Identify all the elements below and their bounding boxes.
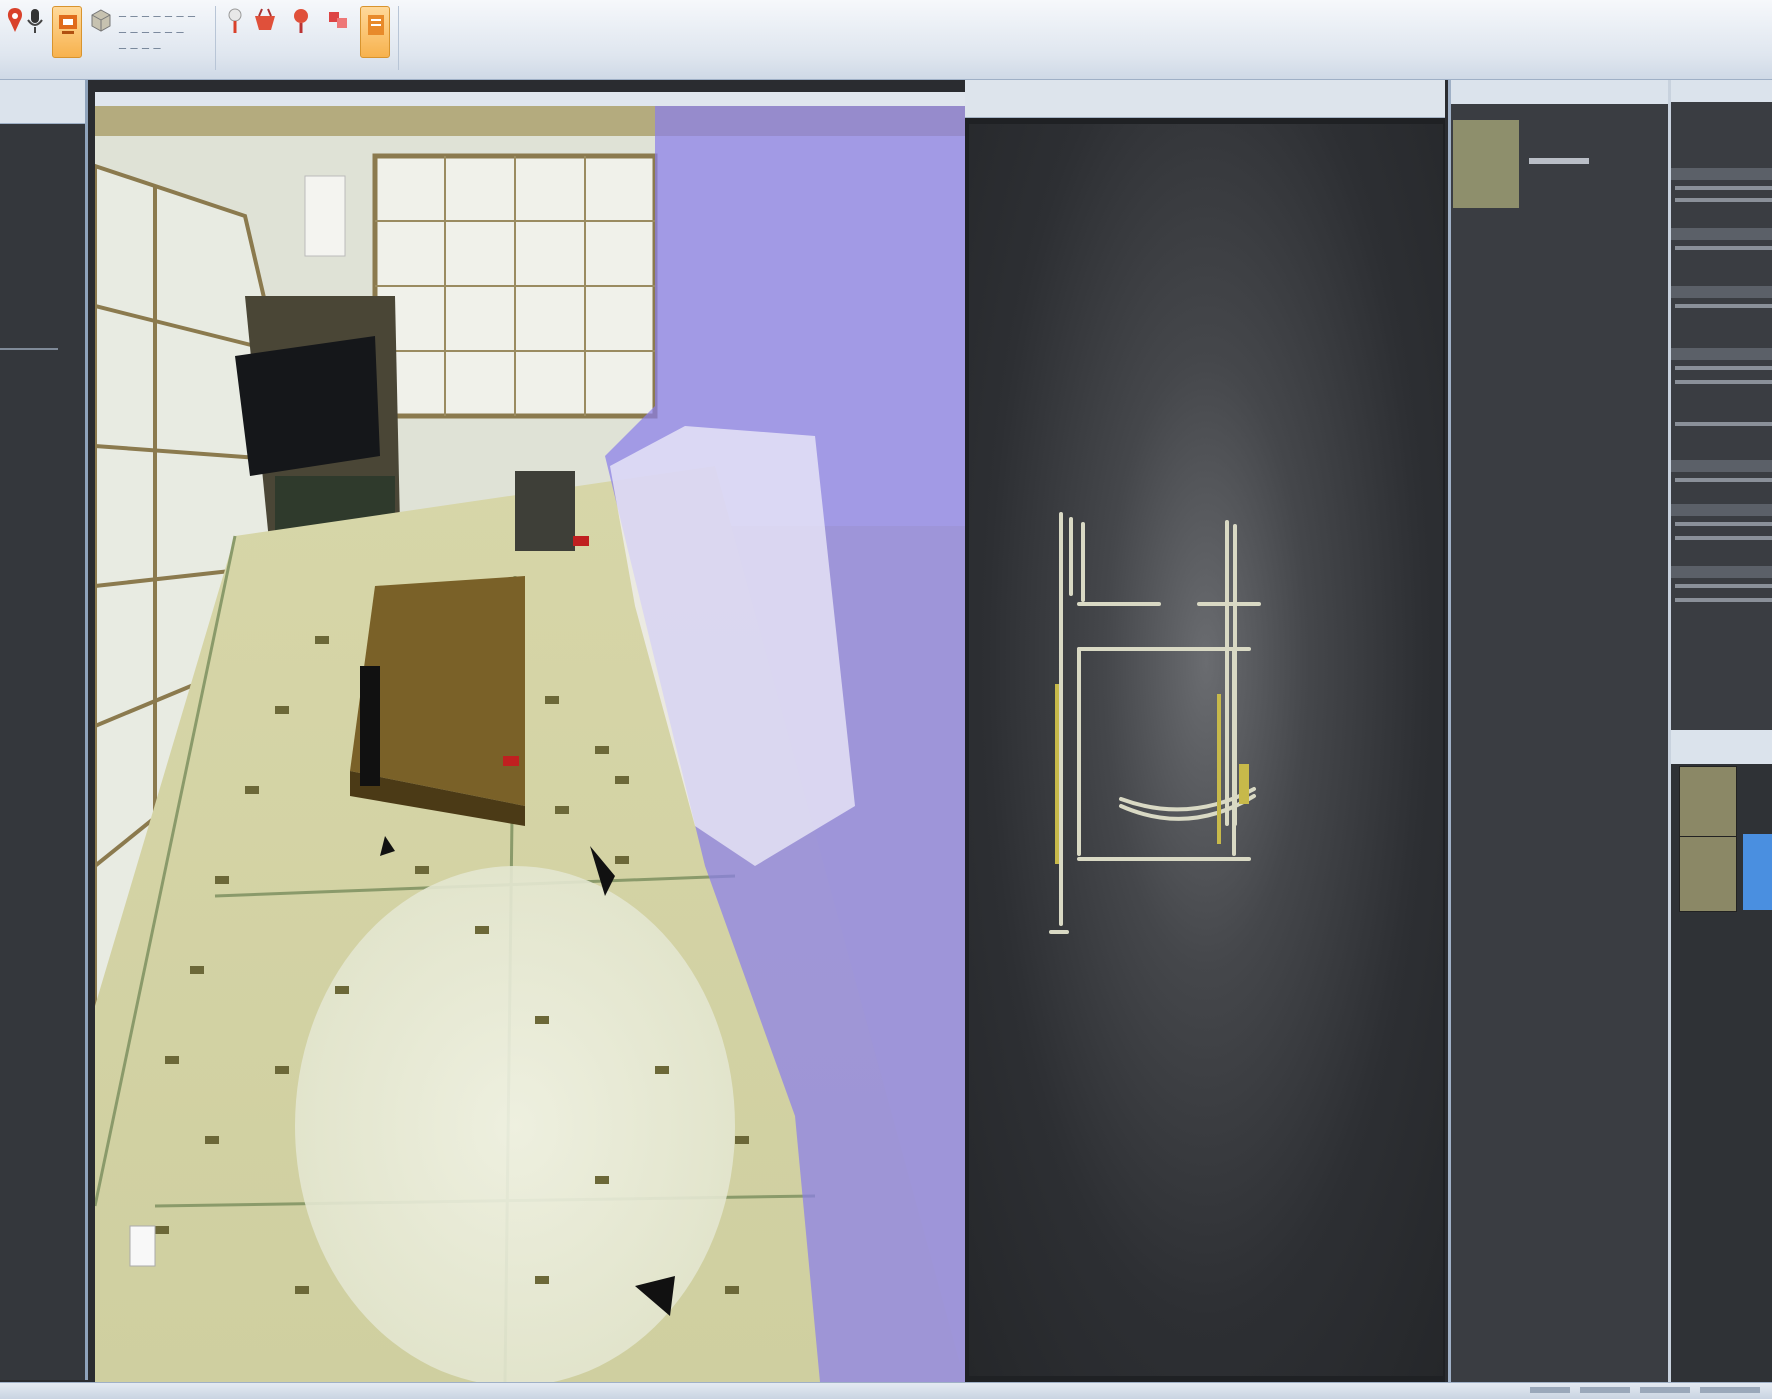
- microphone-icon[interactable]: [22, 6, 48, 44]
- property-category[interactable]: [1671, 168, 1772, 180]
- property-row[interactable]: [1675, 584, 1772, 588]
- photo-3d-view[interactable]: [95, 92, 965, 1382]
- property-category[interactable]: [1671, 286, 1772, 298]
- property-row[interactable]: [1675, 598, 1772, 602]
- red-marker-icon[interactable]: [288, 6, 314, 44]
- view-toolbar[interactable]: [965, 80, 1445, 118]
- layer-thumbnail[interactable]: [1679, 836, 1737, 912]
- panel-header: [1671, 730, 1772, 764]
- property-row[interactable]: [1675, 422, 1772, 426]
- property-row[interactable]: [1675, 380, 1772, 384]
- panel-header: [0, 80, 85, 124]
- property-category[interactable]: [1671, 504, 1772, 516]
- layers-panel: [1671, 730, 1772, 1382]
- status-field: [1640, 1387, 1690, 1393]
- floor-plan-points: [1049, 512, 1261, 934]
- panel-header: [1671, 80, 1772, 102]
- cloud-canvas[interactable]: [969, 124, 1443, 1376]
- property-row[interactable]: [1675, 522, 1772, 526]
- scan-icon[interactable]: [52, 6, 82, 58]
- properties-panel: [1668, 80, 1772, 1382]
- selected-layer[interactable]: [1743, 834, 1772, 910]
- ribbon-toolbar: ー ー ー ー ー ー ー ー ー ー ー ー ー ー ー ー ー: [0, 0, 1772, 80]
- navigation-panel: [0, 80, 88, 1380]
- tree-item[interactable]: [0, 348, 58, 350]
- property-row[interactable]: [1675, 536, 1772, 540]
- export-icon[interactable]: [360, 6, 390, 58]
- thumbnail-label: [1529, 158, 1589, 164]
- property-category[interactable]: [1671, 228, 1772, 240]
- property-category[interactable]: [1671, 348, 1772, 360]
- room-scene: [95, 106, 965, 1382]
- property-row[interactable]: [1675, 186, 1772, 190]
- property-row[interactable]: [1675, 198, 1772, 202]
- status-bar: [0, 1382, 1772, 1399]
- status-field: [1700, 1387, 1760, 1393]
- point-cloud-view[interactable]: [965, 80, 1445, 1382]
- property-row[interactable]: [1675, 304, 1772, 308]
- basket-icon[interactable]: [252, 6, 278, 44]
- view-tab-bar[interactable]: [95, 92, 965, 106]
- property-category[interactable]: [1671, 566, 1772, 578]
- thumbnail-panel: [1448, 80, 1668, 1382]
- property-row[interactable]: [1675, 246, 1772, 250]
- layer-thumbnail[interactable]: [1679, 766, 1737, 842]
- red-marker-icon[interactable]: [222, 6, 248, 44]
- scan-thumbnail[interactable]: [1453, 120, 1519, 208]
- cube-stack-icon[interactable]: [326, 6, 352, 44]
- panel-header: [1451, 80, 1668, 104]
- status-field: [1580, 1387, 1630, 1393]
- cube-icon[interactable]: [88, 6, 114, 44]
- property-category[interactable]: [1671, 460, 1772, 472]
- status-field: [1530, 1387, 1570, 1393]
- property-row[interactable]: [1675, 478, 1772, 482]
- property-row[interactable]: [1675, 366, 1772, 370]
